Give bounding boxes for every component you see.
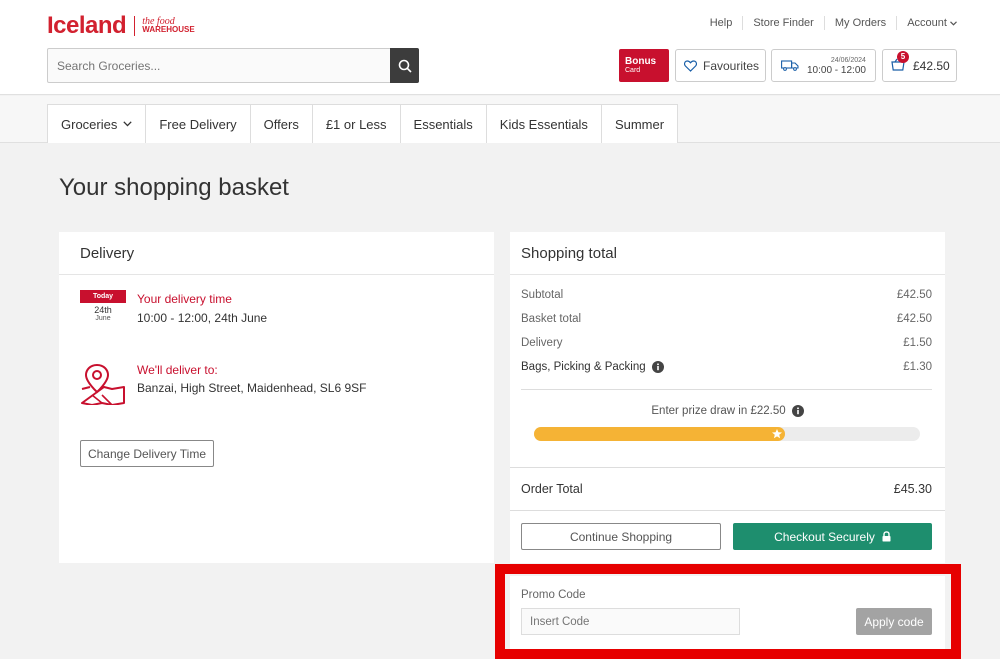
logo-tfw-line2: WAREHOUSE (142, 25, 195, 34)
basket-total: £42.50 (913, 58, 950, 73)
calendar-month: June (95, 315, 111, 322)
my-orders-link[interactable]: My Orders (825, 16, 898, 30)
map-pin-icon (81, 363, 125, 405)
slot-text: 24/06/2024 10:00 - 12:00 (807, 56, 866, 76)
nav-item-1-or-less[interactable]: £1 or Less (312, 104, 401, 143)
nav-items: Groceries Free Delivery Offers £1 or Les… (47, 104, 679, 143)
bonus-sub-label: Card (625, 67, 641, 74)
bonus-label: Bonus (625, 56, 657, 67)
prize-progress-fill (534, 427, 785, 441)
checkout-securely-button[interactable]: Checkout Securely (733, 523, 932, 550)
logo-food-warehouse: the food WAREHOUSE (142, 17, 195, 34)
nav-item-groceries[interactable]: Groceries (48, 104, 147, 143)
bags-picking-value: £1.30 (903, 361, 932, 373)
slot-date: 24/06/2024 (830, 56, 866, 64)
nav-item-essentials[interactable]: Essentials (400, 104, 487, 143)
order-total-value: £45.30 (893, 482, 932, 496)
site-header: Iceland the food WAREHOUSE Help Store Fi… (0, 0, 1000, 95)
subtotal-value: £42.50 (896, 289, 932, 301)
nav-item-label: Groceries (61, 116, 118, 132)
order-total-divider (510, 467, 945, 468)
basket-icon-wrap: 5 (891, 50, 909, 74)
delivery-address: Banzai, High Street, Maidenhead, SL6 9SF (137, 381, 367, 395)
basket-button[interactable]: 5 £42.50 (882, 49, 957, 82)
checkout-label: Checkout Securely (774, 529, 875, 544)
page-title: Your shopping basket (59, 174, 289, 201)
heart-icon (684, 59, 697, 72)
nav-item-summer[interactable]: Summer (601, 104, 679, 143)
delivery-time-label: Your delivery time (137, 292, 232, 306)
nav-item-kids-essentials[interactable]: Kids Essentials (486, 104, 602, 143)
lock-icon (882, 531, 891, 542)
calendar-day: 24th (94, 305, 112, 315)
subtotal-row: Subtotal £42.50 (521, 289, 932, 301)
delivery-time-value: 10:00 - 12:00, 24th June (137, 311, 268, 325)
change-delivery-time-button[interactable]: Change Delivery Time (80, 440, 214, 467)
calendar-icon: Today 24th June (80, 290, 126, 323)
delivery-label: Delivery (521, 337, 563, 349)
store-finder-link[interactable]: Store Finder (743, 16, 825, 30)
nav-item-free-delivery[interactable]: Free Delivery (146, 104, 251, 143)
shopping-total-heading: Shopping total (510, 232, 945, 275)
promo-code-label: Promo Code (521, 589, 586, 601)
promo-code-input[interactable] (521, 608, 740, 635)
info-icon[interactable] (651, 361, 664, 373)
top-links: Help Store Finder My Orders Account (700, 16, 957, 30)
info-icon[interactable] (791, 405, 804, 417)
prize-draw-text: Enter prize draw in £22.50 (651, 405, 786, 417)
logo[interactable]: Iceland the food WAREHOUSE (47, 12, 195, 40)
prize-progress-bar (534, 427, 920, 441)
bags-picking-label-wrap: Bags, Picking & Packing (521, 361, 664, 373)
account-link[interactable]: Account (897, 16, 957, 30)
shopping-total-card: Shopping total Subtotal £42.50 Basket to… (510, 232, 945, 563)
order-total-label: Order Total (521, 482, 583, 496)
apply-code-button[interactable]: Apply code (856, 608, 932, 635)
buttons-divider (510, 510, 945, 511)
search-button[interactable] (390, 48, 419, 83)
bags-picking-label: Bags, Picking & Packing (521, 361, 646, 373)
delivery-card: Delivery Today 24th June Your delivery t… (59, 232, 494, 563)
help-link[interactable]: Help (700, 16, 744, 30)
bonus-card-button[interactable]: Bonus Card (619, 49, 669, 82)
search-bar (47, 48, 419, 83)
basket-count-badge: 5 (897, 50, 909, 63)
chevron-down-icon (123, 121, 133, 127)
continue-shopping-button[interactable]: Continue Shopping (521, 523, 721, 550)
subtotal-label: Subtotal (521, 289, 564, 301)
order-total-row: Order Total £45.30 (521, 482, 932, 496)
slot-time: 10:00 - 12:00 (807, 64, 866, 76)
totals-divider (521, 389, 932, 390)
search-icon (398, 59, 412, 73)
star-icon (772, 429, 782, 439)
deliver-to-label: We'll deliver to: (137, 363, 218, 377)
search-input[interactable] (48, 49, 378, 82)
promo-code-card: Promo Code Apply code (510, 576, 945, 649)
basket-total-value: £42.50 (896, 313, 932, 325)
delivery-value: £1.50 (903, 337, 932, 349)
bags-picking-row: Bags, Picking & Packing £1.30 (521, 361, 932, 373)
calendar-today: Today (80, 290, 126, 303)
favourites-button[interactable]: Favourites (675, 49, 766, 82)
logo-iceland: Iceland (47, 12, 127, 39)
basket-total-label: Basket total (521, 313, 582, 325)
delivery-van-icon (781, 60, 799, 71)
favourites-label: Favourites (703, 58, 760, 73)
chevron-down-icon (950, 21, 957, 26)
delivery-heading: Delivery (59, 232, 494, 275)
prize-draw-text-wrap: Enter prize draw in £22.50 (510, 405, 945, 417)
logo-divider (134, 16, 136, 36)
delivery-row: Delivery £1.50 (521, 337, 932, 349)
account-label: Account (907, 17, 947, 29)
category-nav: Groceries Free Delivery Offers £1 or Les… (0, 96, 1000, 143)
nav-item-offers[interactable]: Offers (250, 104, 313, 143)
basket-total-row: Basket total £42.50 (521, 313, 932, 325)
delivery-slot-button[interactable]: 24/06/2024 10:00 - 12:00 (771, 49, 876, 82)
